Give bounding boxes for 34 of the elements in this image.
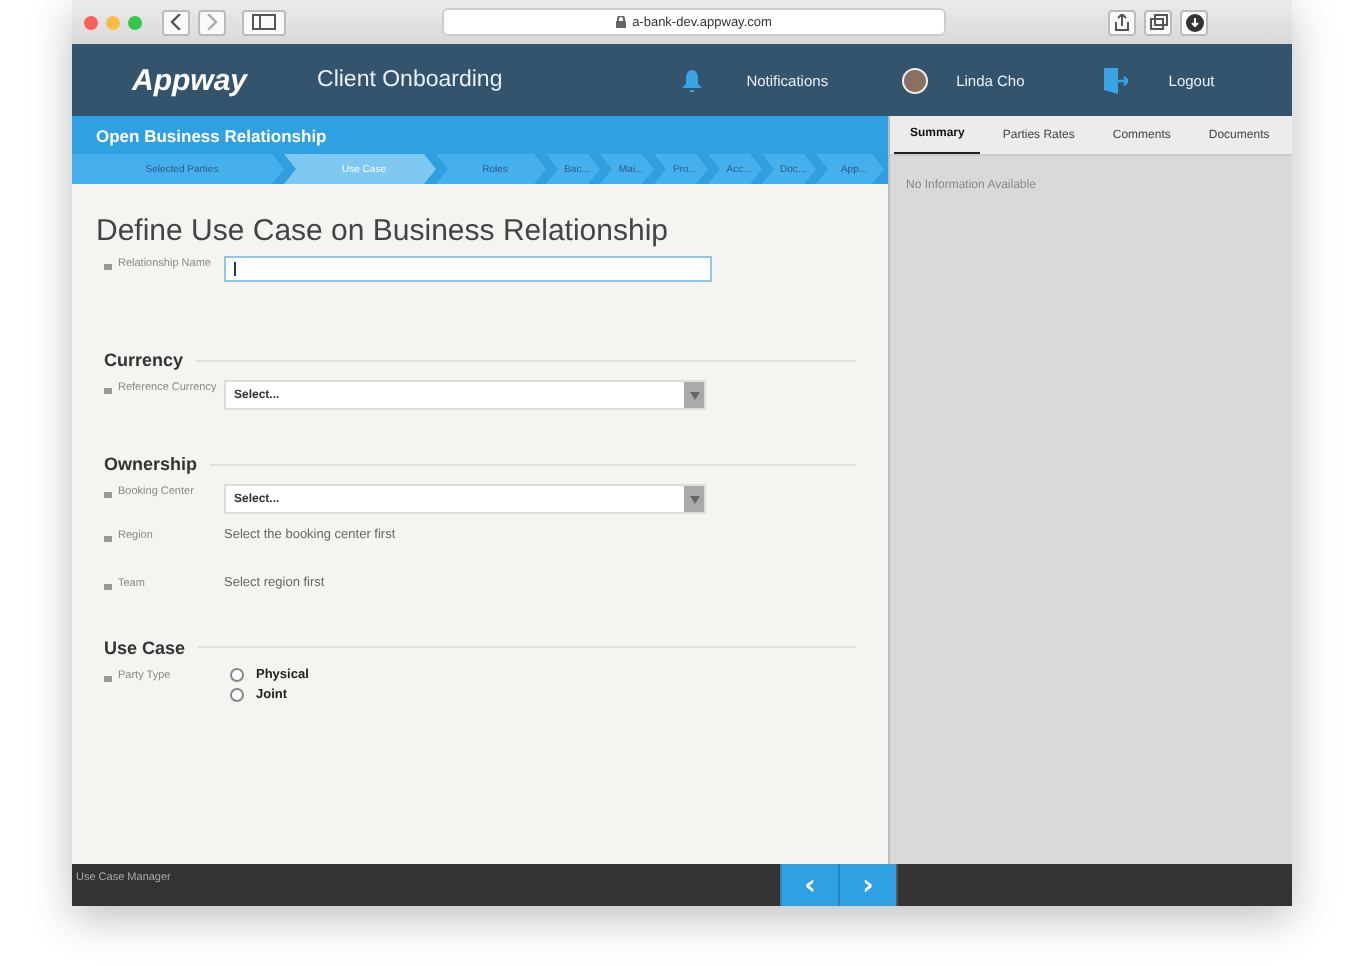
app-logo[interactable]: Appway (132, 63, 248, 97)
back-icon (170, 14, 182, 30)
tabs-icon (1149, 14, 1167, 30)
tag-icon (104, 264, 112, 270)
forward-icon (206, 14, 218, 30)
lock-icon (616, 16, 627, 28)
tag-icon (104, 492, 112, 498)
app-title: Client Onboarding (317, 68, 503, 92)
minimize-dot[interactable] (106, 15, 120, 29)
tag-icon (104, 675, 112, 682)
caret-icon (689, 495, 699, 503)
share-icon (1114, 13, 1130, 31)
sidebar-button[interactable] (242, 9, 286, 35)
download-icon (1185, 13, 1203, 31)
text-input-field[interactable] (224, 256, 712, 282)
process-title: Open Business Relationship (96, 125, 327, 145)
back-button[interactable] (162, 9, 190, 35)
zoom-dot[interactable] (128, 15, 142, 29)
caret-icon (689, 391, 699, 399)
logout-icon[interactable] (1104, 67, 1129, 93)
section-heading: Use Case (104, 637, 186, 658)
avatar-icon[interactable] (902, 67, 929, 93)
share-button[interactable] (1108, 9, 1136, 35)
close-dot[interactable] (84, 15, 98, 29)
download-button[interactable] (1180, 9, 1208, 35)
sidebar-icon (252, 14, 276, 30)
tabs-button[interactable] (1144, 9, 1172, 35)
section-heading: Ownership (104, 454, 198, 474)
form-title: Define Use Case on Business Relationship (96, 214, 670, 248)
section-heading: Currency (104, 350, 184, 370)
tag-icon (104, 388, 112, 394)
tag-icon (104, 536, 112, 542)
bell-icon[interactable] (682, 69, 703, 91)
tag-icon (104, 583, 112, 590)
